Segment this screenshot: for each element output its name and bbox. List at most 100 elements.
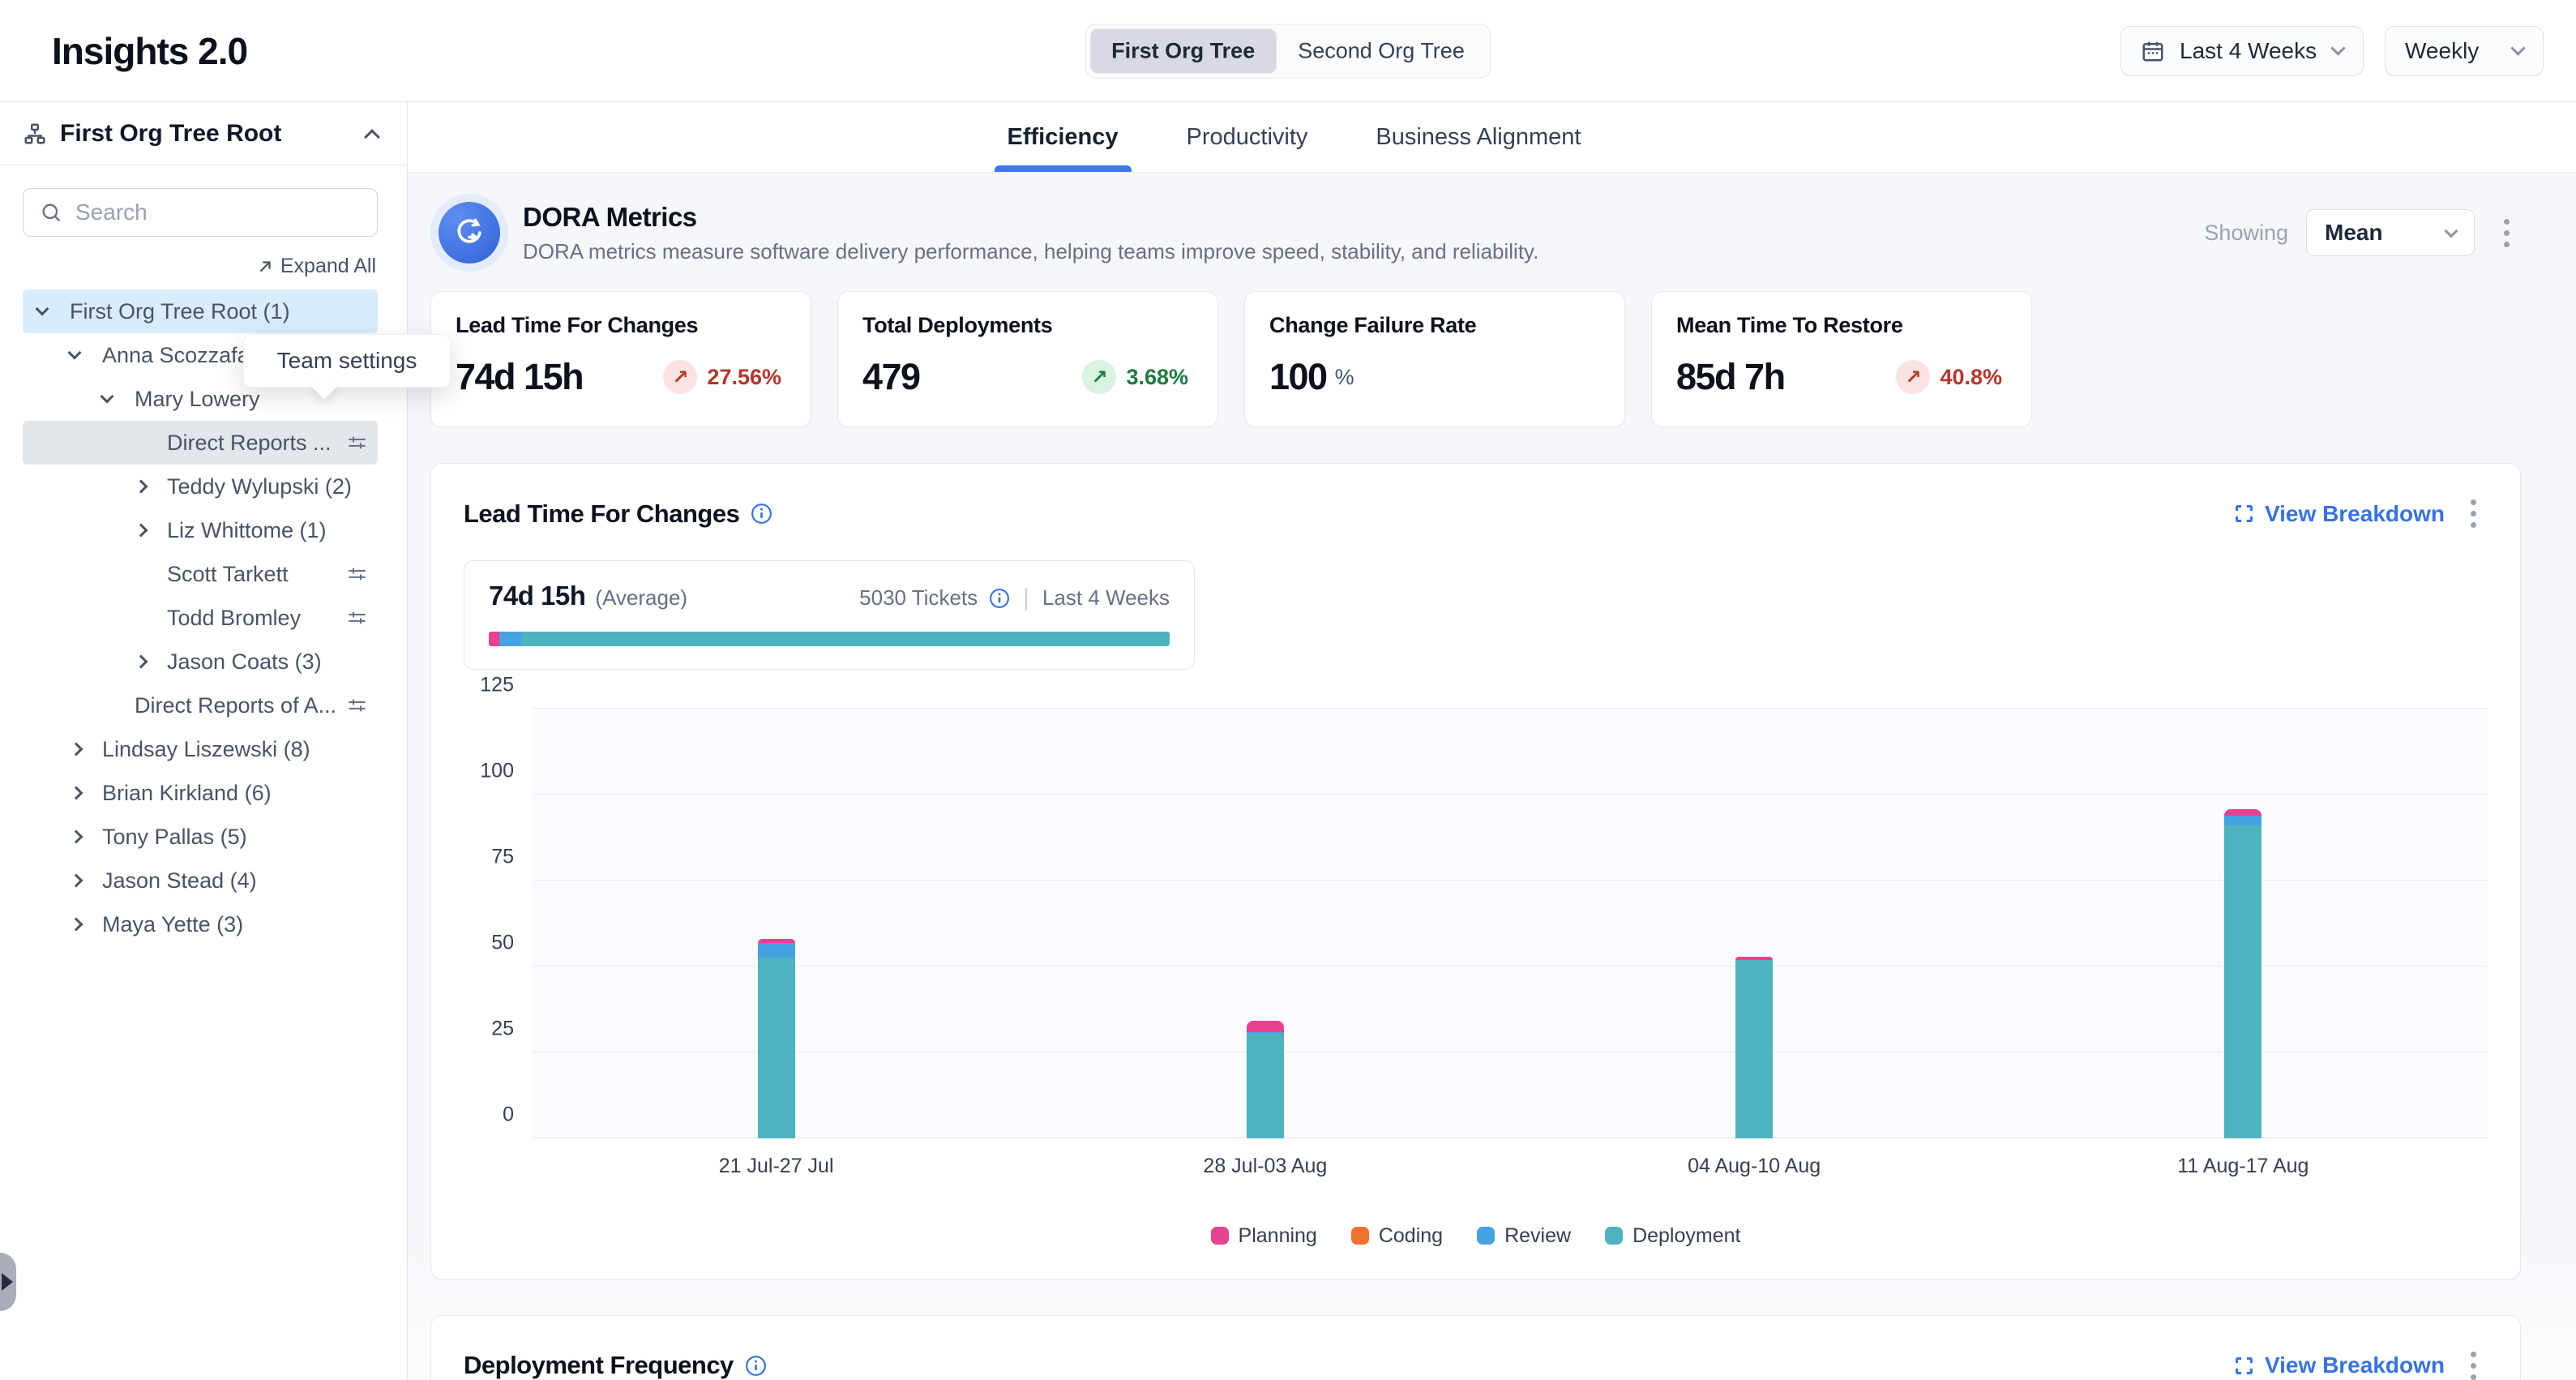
- tree-item[interactable]: Direct Reports of A...: [23, 684, 378, 727]
- legend-swatch: [1477, 1227, 1495, 1245]
- aggregation-select[interactable]: Mean: [2306, 209, 2475, 256]
- search-icon: [40, 201, 62, 224]
- view-breakdown-button[interactable]: View Breakdown: [2233, 501, 2445, 527]
- org-chart-icon: [23, 122, 47, 146]
- y-tick-label: 125: [480, 673, 514, 696]
- legend-label: Coding: [1379, 1224, 1443, 1248]
- dora-title: DORA Metrics: [523, 202, 1538, 233]
- expand-all-link[interactable]: Expand All: [256, 255, 376, 278]
- deployment-kebab-menu[interactable]: [2459, 1344, 2488, 1380]
- chevron-right-icon[interactable]: [70, 919, 102, 929]
- search-box[interactable]: [23, 188, 378, 237]
- info-icon[interactable]: [751, 503, 772, 525]
- phase-distribution-bar: [489, 632, 1170, 646]
- team-settings-icon[interactable]: [346, 695, 368, 717]
- sidebar-collapse-handle[interactable]: [0, 1253, 16, 1311]
- chevron-right-icon[interactable]: [70, 876, 102, 885]
- x-tick-label: 04 Aug-10 Aug: [1688, 1155, 1821, 1178]
- legend-swatch: [1351, 1227, 1369, 1245]
- view-breakdown-button[interactable]: View Breakdown: [2233, 1352, 2445, 1378]
- divider: |: [1023, 585, 1029, 612]
- deployment-frequency-section: Deployment Frequency: [430, 1315, 2521, 1380]
- trend-arrow-icon: ↗: [663, 360, 697, 394]
- metric-card-value: 85d 7h: [1676, 356, 1785, 398]
- chevron-down-icon: [2510, 41, 2525, 55]
- legend-swatch: [1211, 1227, 1229, 1245]
- granularity-select[interactable]: Weekly: [2385, 26, 2544, 76]
- tree-item[interactable]: Lindsay Liszewski (8): [23, 727, 378, 771]
- tree-item[interactable]: Direct Reports ...: [23, 421, 378, 465]
- average-value: 74d 15h: [489, 581, 585, 611]
- tree-item-label: Teddy Wylupski (2): [167, 474, 352, 499]
- chevron-right-icon[interactable]: [135, 482, 167, 491]
- tree-item[interactable]: Teddy Wylupski (2): [23, 465, 378, 508]
- tab-business-alignment[interactable]: Business Alignment: [1366, 102, 1590, 172]
- period-value: Last 4 Weeks: [2180, 38, 2317, 64]
- legend-label: Planning: [1239, 1224, 1317, 1248]
- period-select[interactable]: Last 4 Weeks: [2120, 26, 2364, 76]
- y-axis: 0255075100125: [464, 709, 532, 1138]
- tree-item-label: Brian Kirkland (6): [102, 781, 272, 806]
- tree-item[interactable]: Brian Kirkland (6): [23, 771, 378, 815]
- team-settings-tooltip: Team settings: [243, 334, 451, 388]
- chevron-right-icon[interactable]: [135, 525, 167, 535]
- chevron-right-icon[interactable]: [70, 832, 102, 842]
- x-tick-label: 11 Aug-17 Aug: [2177, 1155, 2309, 1178]
- gridline-125: [532, 708, 2488, 709]
- team-settings-icon[interactable]: [346, 607, 368, 629]
- aggregation-value: Mean: [2325, 220, 2383, 246]
- legend-swatch: [1605, 1227, 1623, 1245]
- legend-item-deployment: Deployment: [1605, 1224, 1740, 1248]
- org-tree-sidebar: First Org Tree Root: [0, 102, 408, 1380]
- tree-item[interactable]: Jason Stead (4): [23, 859, 378, 902]
- chevron-right-icon[interactable]: [135, 657, 167, 666]
- stacked-bar-2: [1247, 709, 1284, 1138]
- x-axis-labels: 21 Jul-27 Jul28 Jul-03 Aug04 Aug-10 Aug1…: [532, 1155, 2488, 1187]
- trend-delta: 40.8%: [1940, 365, 2002, 390]
- tab-efficiency[interactable]: Efficiency: [998, 102, 1128, 172]
- trend-arrow-icon: ↗: [1896, 360, 1930, 394]
- bar-segment-deployment: [1735, 960, 1773, 1138]
- showing-label: Showing: [2204, 221, 2288, 246]
- tree-item[interactable]: Jason Coats (3): [23, 640, 378, 684]
- sidebar-title: First Org Tree Root: [60, 120, 281, 148]
- team-settings-icon[interactable]: [346, 564, 368, 585]
- toggle-first-org-tree[interactable]: First Org Tree: [1090, 28, 1276, 73]
- tree-item-label: Jason Coats (3): [167, 649, 322, 675]
- team-settings-icon[interactable]: [346, 432, 368, 454]
- chevron-down-icon[interactable]: [70, 353, 102, 358]
- chevron-right-icon[interactable]: [70, 788, 102, 798]
- info-icon[interactable]: [989, 588, 1010, 609]
- phase-segment-planning: [489, 632, 499, 646]
- dora-kebab-menu[interactable]: [2493, 211, 2521, 255]
- tree-item-label: Direct Reports of A...: [135, 693, 336, 718]
- info-icon[interactable]: [745, 1355, 767, 1377]
- metric-card: Mean Time To Restore85d 7h↗40.8%: [1651, 291, 2032, 427]
- lead-time-section-title: Lead Time For Changes: [464, 499, 739, 529]
- metric-card-unit: %: [1335, 365, 1354, 390]
- tree-item[interactable]: Scott Tarkett: [23, 552, 378, 596]
- toggle-second-org-tree[interactable]: Second Org Tree: [1277, 28, 1486, 73]
- metric-card: Lead Time For Changes74d 15h↗27.56%: [430, 291, 811, 427]
- expand-icon: [2233, 1355, 2255, 1377]
- tree-item-label: Todd Bromley: [167, 606, 301, 631]
- tree-item[interactable]: Liz Whittome (1): [23, 508, 378, 552]
- tab-productivity[interactable]: Productivity: [1177, 102, 1318, 172]
- trend-delta: 3.68%: [1126, 365, 1188, 390]
- tree-item[interactable]: Maya Yette (3): [23, 902, 378, 946]
- lead-time-kebab-menu[interactable]: [2459, 491, 2488, 536]
- metric-card-title: Total Deployments: [862, 313, 1193, 338]
- bar-segment-review: [2224, 816, 2261, 825]
- legend-item-coding: Coding: [1351, 1224, 1443, 1248]
- chevron-right-icon[interactable]: [70, 744, 102, 754]
- sidebar-collapse-chevron[interactable]: [364, 129, 380, 145]
- tree-item-label: Maya Yette (3): [102, 912, 243, 937]
- chevron-down-icon[interactable]: [37, 309, 70, 314]
- tree-item[interactable]: First Org Tree Root (1): [23, 289, 378, 333]
- search-input[interactable]: [75, 199, 361, 225]
- tree-item[interactable]: Tony Pallas (5): [23, 815, 378, 859]
- page-title: Insights 2.0: [52, 29, 247, 73]
- tree-item[interactable]: Todd Bromley: [23, 596, 378, 640]
- metric-card: Change Failure Rate100%: [1244, 291, 1625, 427]
- chevron-down-icon[interactable]: [102, 396, 135, 401]
